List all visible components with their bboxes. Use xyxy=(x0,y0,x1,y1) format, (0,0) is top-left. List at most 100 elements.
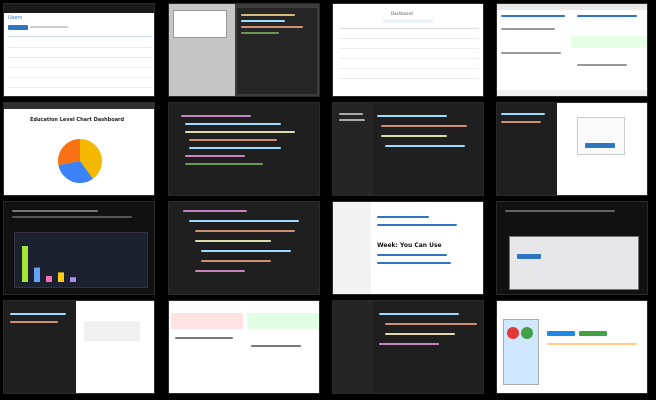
diff-removed-block xyxy=(171,313,243,329)
code-line xyxy=(181,115,251,117)
code-line xyxy=(381,135,447,137)
code-line xyxy=(385,323,477,325)
code-line xyxy=(377,115,447,117)
code-line xyxy=(501,121,541,123)
tile-browser-form[interactable] xyxy=(496,102,648,196)
dialog-box[interactable] xyxy=(173,10,227,38)
code-line xyxy=(185,123,281,125)
tile-diff-editor[interactable] xyxy=(496,3,648,97)
code-line xyxy=(385,145,465,147)
upload-button[interactable] xyxy=(547,331,575,336)
pie-slice-2 xyxy=(57,139,80,166)
docs-heading: Week: You Can Use xyxy=(377,242,442,249)
doc-link[interactable] xyxy=(377,262,451,264)
tile-docs-page[interactable]: Week: You Can Use xyxy=(332,201,484,295)
filter-bar xyxy=(30,26,68,28)
avatar-head xyxy=(521,327,533,339)
table-row xyxy=(8,77,152,78)
code-line xyxy=(577,15,637,17)
add-button[interactable] xyxy=(8,25,28,30)
diff-added-block xyxy=(571,36,647,48)
code-line xyxy=(501,15,565,17)
side-code-pane xyxy=(497,103,557,195)
tile-pie-chart-app[interactable]: Education Level Chart Dashboard xyxy=(3,102,155,196)
tile-header: Dashboard xyxy=(391,11,413,16)
form-panel[interactable] xyxy=(577,117,625,155)
app-topbar xyxy=(4,4,154,13)
code-line xyxy=(189,139,277,141)
table-row xyxy=(339,48,479,49)
preview-pane xyxy=(76,301,154,393)
table-row xyxy=(8,57,152,58)
table-row xyxy=(339,78,479,79)
explorer-sidebar[interactable] xyxy=(333,103,373,195)
bar-2 xyxy=(46,276,52,282)
table-header-line xyxy=(8,36,152,37)
table-header-line xyxy=(339,28,479,29)
tile-diff-view[interactable] xyxy=(168,300,320,394)
code-line xyxy=(10,321,58,323)
code-line xyxy=(185,131,295,133)
code-line xyxy=(185,155,245,157)
generate-button[interactable] xyxy=(579,331,607,336)
table-row xyxy=(339,68,479,69)
bar-4 xyxy=(70,277,76,282)
status-bar xyxy=(497,90,647,96)
table-row xyxy=(339,38,479,39)
bar-chart xyxy=(22,246,76,282)
tile-chat-dashboard[interactable] xyxy=(3,201,155,295)
code-line xyxy=(241,14,295,16)
tile-profile-app[interactable] xyxy=(496,300,648,394)
tile-dialog-app[interactable] xyxy=(168,3,320,97)
avatar-head xyxy=(507,327,519,339)
pie-chart xyxy=(57,139,102,183)
code-line xyxy=(185,163,263,165)
tile-code-editor-6[interactable] xyxy=(332,300,484,394)
submit-button[interactable] xyxy=(585,143,615,148)
doc-link[interactable] xyxy=(377,224,457,226)
code-line xyxy=(379,313,459,315)
code-line xyxy=(189,220,299,222)
docs-sidebar[interactable] xyxy=(333,202,371,294)
code-line xyxy=(183,210,247,212)
tile-dashboard-table[interactable]: Dashboard xyxy=(332,3,484,97)
explorer-sidebar[interactable] xyxy=(333,301,373,393)
tile-code-editor-2[interactable] xyxy=(332,102,484,196)
code-line xyxy=(251,345,301,347)
tab-strip[interactable] xyxy=(383,19,433,23)
code-line xyxy=(501,113,545,115)
tile-header: Users xyxy=(8,15,23,21)
doc-link[interactable] xyxy=(377,254,447,256)
code-line xyxy=(501,28,555,30)
table-row xyxy=(8,47,152,48)
table-row xyxy=(8,67,152,68)
code-line xyxy=(189,147,281,149)
code-line xyxy=(241,26,303,28)
code-line xyxy=(385,333,455,335)
doc-link[interactable] xyxy=(377,216,429,218)
table-row xyxy=(339,58,479,59)
code-line xyxy=(201,250,291,252)
tile-code-editor-1[interactable] xyxy=(168,102,320,196)
tile-code-editor-5[interactable] xyxy=(3,300,155,394)
code-line xyxy=(241,32,279,34)
code-line xyxy=(10,313,66,315)
code-line xyxy=(241,20,285,22)
diff-added-block xyxy=(247,313,319,329)
ui-button[interactable] xyxy=(517,254,541,259)
code-line xyxy=(195,230,295,232)
preview-card xyxy=(84,321,140,341)
bar-0 xyxy=(22,246,28,282)
code-line xyxy=(195,240,271,242)
code-line xyxy=(379,343,439,345)
tile-code-editor-4[interactable] xyxy=(168,201,320,295)
code-line xyxy=(175,337,233,339)
code-line xyxy=(195,270,245,272)
tile-table-app[interactable]: Users xyxy=(3,3,155,97)
file-item[interactable] xyxy=(339,113,363,115)
notice-line xyxy=(547,343,637,345)
code-line xyxy=(201,260,271,262)
tile-chat-screenshot[interactable] xyxy=(496,201,648,295)
file-item[interactable] xyxy=(339,119,365,121)
code-line xyxy=(577,64,627,66)
